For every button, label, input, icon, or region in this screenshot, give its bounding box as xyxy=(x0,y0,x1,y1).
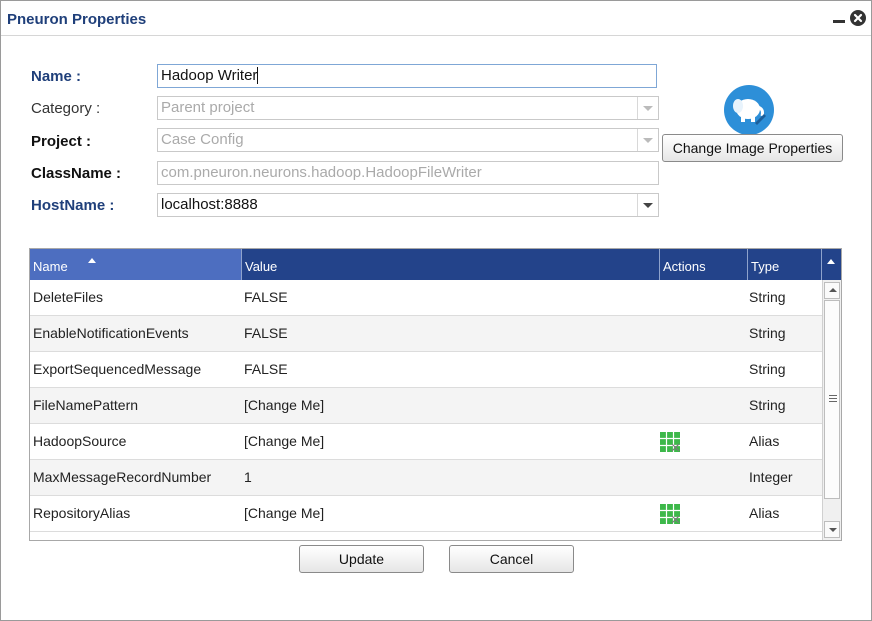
classname-label: ClassName : xyxy=(31,165,122,182)
row-name: ExportSequencedMessage xyxy=(33,361,202,377)
pneuron-properties-dialog: Pneuron Properties Name : Category : Pro… xyxy=(0,0,872,621)
chevron-down-icon xyxy=(637,97,658,119)
column-header-type-label: Type xyxy=(751,259,780,274)
column-header-name-label: Name xyxy=(33,259,68,274)
name-input-value: Hadoop Writer xyxy=(161,67,258,84)
update-button[interactable]: Update xyxy=(299,545,424,573)
table-row[interactable]: DeleteFiles FALSE String xyxy=(30,280,822,316)
minimize-icon[interactable] xyxy=(833,20,845,23)
column-header-actions-label: Actions xyxy=(663,259,706,274)
category-select-value: Parent project xyxy=(161,99,255,116)
hostname-select-value: localhost:8888 xyxy=(161,196,258,213)
chevron-down-icon xyxy=(637,129,658,151)
row-value[interactable]: FALSE xyxy=(241,352,288,387)
grip-icon xyxy=(829,395,837,403)
change-image-properties-button[interactable]: Change Image Properties xyxy=(662,134,843,162)
row-value[interactable]: FALSE xyxy=(241,280,288,315)
name-input[interactable]: Hadoop Writer xyxy=(157,64,657,88)
project-select-value: Case Config xyxy=(161,131,244,148)
column-header-name[interactable]: Name xyxy=(30,249,242,280)
grid-header: Name Value Actions Type xyxy=(30,249,841,280)
dialog-title: Pneuron Properties xyxy=(7,11,147,28)
cancel-button[interactable]: Cancel xyxy=(449,545,574,573)
table-row[interactable]: RepositoryAlias [Change Me] Alias xyxy=(30,496,822,532)
row-value[interactable]: [Change Me] xyxy=(241,388,324,423)
row-name: EnableNotificationEvents xyxy=(33,325,189,341)
table-row[interactable]: EnableNotificationEvents FALSE String xyxy=(30,316,822,352)
dialog-titlebar: Pneuron Properties xyxy=(1,1,871,36)
row-type: String xyxy=(749,289,786,305)
row-type: Integer xyxy=(749,469,793,485)
category-label: Category : xyxy=(31,100,101,117)
row-name: MaxMessageRecordNumber xyxy=(33,469,212,485)
column-header-value-label: Value xyxy=(245,259,278,274)
hostname-select[interactable]: localhost:8888 xyxy=(157,193,659,217)
row-name: FileNamePattern xyxy=(33,397,139,413)
table-row[interactable]: MaxMessageRecordNumber 1 Integer xyxy=(30,460,822,496)
chevron-down-icon[interactable] xyxy=(637,194,658,216)
row-value[interactable]: FALSE xyxy=(241,316,288,351)
table-row[interactable]: HadoopSource [Change Me] Alias xyxy=(30,424,822,460)
column-header-type[interactable]: Type xyxy=(748,249,822,280)
table-row[interactable]: ExportSequencedMessage FALSE String xyxy=(30,352,822,388)
hostname-label: HostName : xyxy=(31,197,115,214)
row-type: String xyxy=(749,361,786,377)
row-value[interactable]: [Change Me] xyxy=(241,496,324,531)
alias-grid-icon[interactable] xyxy=(660,432,680,452)
row-type: Alias xyxy=(749,505,780,521)
row-name: DeleteFiles xyxy=(33,289,104,305)
project-select: Case Config xyxy=(157,128,659,152)
scroll-down-icon[interactable] xyxy=(824,521,840,538)
elephant-edit-icon xyxy=(724,85,774,135)
table-row[interactable]: FileNamePattern [Change Me] String xyxy=(30,388,822,424)
sort-ascending-icon xyxy=(88,258,96,263)
close-icon[interactable] xyxy=(850,10,866,26)
row-value[interactable]: 1 xyxy=(241,460,252,495)
row-name: HadoopSource xyxy=(33,433,127,449)
scroll-up-icon[interactable] xyxy=(824,282,840,299)
scroll-top-icon[interactable] xyxy=(827,259,835,264)
category-select: Parent project xyxy=(157,96,659,120)
alias-grid-icon[interactable] xyxy=(660,504,680,524)
name-label: Name : xyxy=(31,68,82,85)
column-header-actions[interactable]: Actions xyxy=(660,249,748,280)
row-type: Alias xyxy=(749,433,780,449)
project-label: Project : xyxy=(31,133,92,150)
row-value[interactable]: [Change Me] xyxy=(241,424,324,459)
grid-vertical-scrollbar[interactable] xyxy=(822,280,841,540)
column-header-value[interactable]: Value xyxy=(242,249,660,280)
row-type: String xyxy=(749,397,786,413)
classname-field: com.pneuron.neurons.hadoop.HadoopFileWri… xyxy=(157,161,659,185)
row-type: String xyxy=(749,325,786,341)
properties-grid: Name Value Actions Type DeleteFiles FALS… xyxy=(29,248,842,541)
row-name: RepositoryAlias xyxy=(33,505,131,521)
scrollbar-thumb[interactable] xyxy=(824,300,840,499)
classname-field-value: com.pneuron.neurons.hadoop.HadoopFileWri… xyxy=(161,164,482,181)
